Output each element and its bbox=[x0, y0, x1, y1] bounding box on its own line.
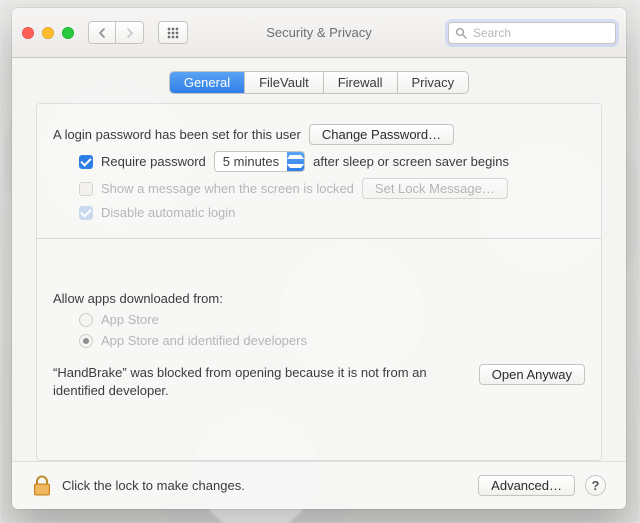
allow-identified-radio bbox=[79, 334, 93, 348]
show-all-prefs-button[interactable] bbox=[158, 21, 188, 44]
tab-general[interactable]: General bbox=[170, 72, 244, 93]
search-input[interactable] bbox=[471, 25, 609, 41]
require-password-label: Require password bbox=[101, 154, 206, 169]
tabs-row: General FileVault Firewall Privacy bbox=[12, 58, 626, 101]
section-divider bbox=[37, 238, 601, 239]
search-field-wrap[interactable] bbox=[448, 22, 616, 44]
nav-back-forward bbox=[88, 21, 144, 44]
change-password-button[interactable]: Change Password… bbox=[309, 124, 454, 145]
blocked-app-name: HandBrake bbox=[57, 365, 122, 380]
require-password-suffix: after sleep or screen saver begins bbox=[313, 154, 509, 169]
lock-icon[interactable] bbox=[32, 475, 52, 497]
allow-identified-row: App Store and identified developers bbox=[53, 333, 585, 348]
show-message-checkbox bbox=[79, 182, 93, 196]
zoom-window-button[interactable] bbox=[62, 27, 74, 39]
allow-appstore-label: App Store bbox=[101, 312, 159, 327]
open-anyway-button[interactable]: Open Anyway bbox=[479, 364, 585, 385]
login-password-text: A login password has been set for this u… bbox=[53, 127, 301, 142]
require-password-delay-value: 5 minutes bbox=[215, 154, 287, 169]
disable-auto-login-row: Disable automatic login bbox=[53, 205, 585, 220]
require-password-delay-select[interactable]: 5 minutes bbox=[214, 151, 305, 172]
select-stepper-icon bbox=[287, 152, 304, 171]
chevron-right-icon bbox=[126, 25, 134, 41]
show-message-label: Show a message when the screen is locked bbox=[101, 181, 354, 196]
advanced-button[interactable]: Advanced… bbox=[478, 475, 575, 496]
require-password-checkbox[interactable] bbox=[79, 155, 93, 169]
login-password-row: A login password has been set for this u… bbox=[53, 124, 585, 145]
tabs: General FileVault Firewall Privacy bbox=[170, 72, 468, 93]
chevron-left-icon bbox=[98, 25, 106, 41]
allow-apps-heading: Allow apps downloaded from: bbox=[53, 291, 223, 306]
close-window-button[interactable] bbox=[22, 27, 34, 39]
forward-button[interactable] bbox=[116, 21, 144, 44]
tab-filevault[interactable]: FileVault bbox=[244, 72, 323, 93]
titlebar: Security & Privacy bbox=[12, 8, 626, 58]
allow-appstore-row: App Store bbox=[53, 312, 585, 327]
search-icon bbox=[455, 27, 467, 39]
require-password-row: Require password 5 minutes after sleep o… bbox=[53, 151, 585, 172]
allow-identified-label: App Store and identified developers bbox=[101, 333, 307, 348]
window-controls bbox=[22, 27, 74, 39]
blocked-app-text: “HandBrake” was blocked from opening bec… bbox=[53, 364, 463, 399]
allow-apps-heading-row: Allow apps downloaded from: bbox=[53, 291, 585, 306]
disable-auto-login-checkbox bbox=[79, 206, 93, 220]
set-lock-message-button: Set Lock Message… bbox=[362, 178, 508, 199]
show-message-row: Show a message when the screen is locked… bbox=[53, 178, 585, 199]
disable-auto-login-label: Disable automatic login bbox=[101, 205, 235, 220]
preferences-window: Security & Privacy General FileVault Fir… bbox=[12, 8, 626, 509]
blocked-app-row: “HandBrake” was blocked from opening bec… bbox=[53, 364, 585, 399]
grid-icon bbox=[167, 27, 179, 39]
tab-firewall[interactable]: Firewall bbox=[323, 72, 397, 93]
allow-appstore-radio bbox=[79, 313, 93, 327]
bottom-bar: Click the lock to make changes. Advanced… bbox=[12, 461, 626, 509]
general-panel: A login password has been set for this u… bbox=[36, 103, 602, 461]
minimize-window-button[interactable] bbox=[42, 27, 54, 39]
tab-privacy[interactable]: Privacy bbox=[397, 72, 469, 93]
back-button[interactable] bbox=[88, 21, 116, 44]
lock-message: Click the lock to make changes. bbox=[62, 478, 245, 493]
help-button[interactable]: ? bbox=[585, 475, 606, 496]
